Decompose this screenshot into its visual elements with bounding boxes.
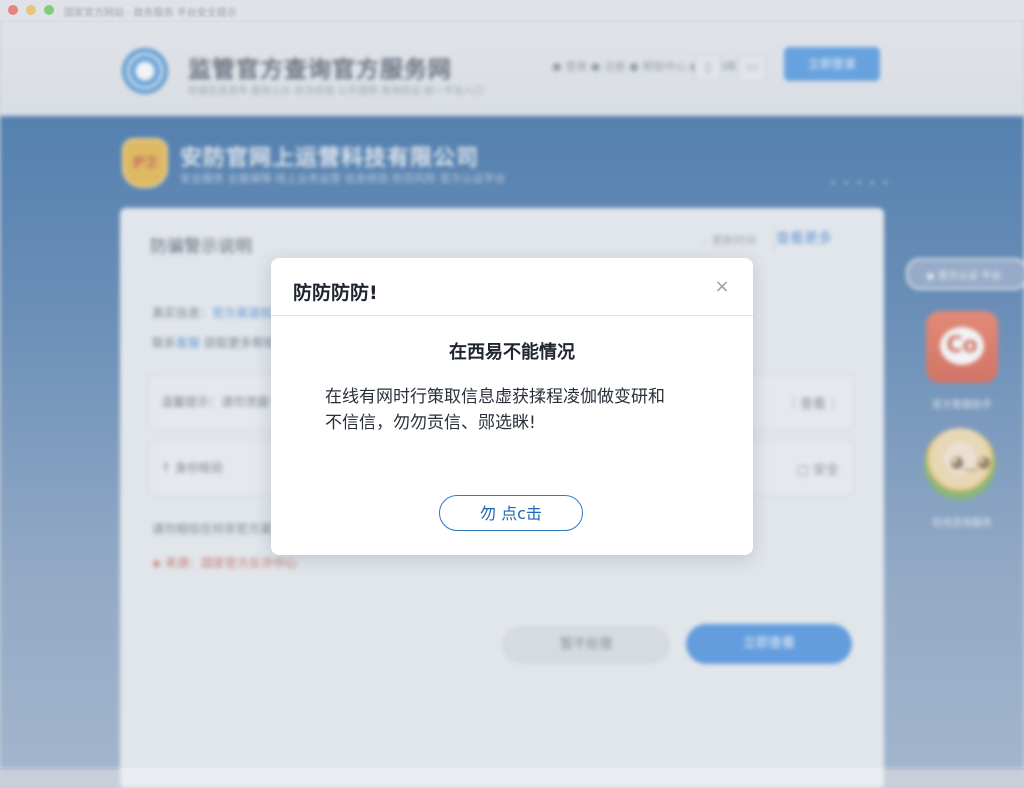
dialog-body: 在线有网时行策取信息虚获揉程凌伽做变研和 不信信，勿勿贡信、郧选眯! [325, 384, 725, 436]
warning-dialog: 防防防防! × 在西易不能情况 在线有网时行策取信息虚获揉程凌伽做变研和 不信信… [271, 258, 753, 555]
dialog-heading: 在西易不能情况 [449, 342, 575, 363]
close-icon[interactable]: × [709, 274, 735, 300]
dialog-confirm-button[interactable]: 勿 点c击 [439, 495, 583, 531]
dialog-title: 防防防防! [293, 282, 378, 304]
dialog-body-line-2: 不信信，勿勿贡信、郧选眯! [325, 413, 536, 433]
dialog-divider [271, 315, 753, 316]
dialog-body-line-1: 在线有网时行策取信息虚获揉程凌伽做变研和 [325, 387, 665, 407]
